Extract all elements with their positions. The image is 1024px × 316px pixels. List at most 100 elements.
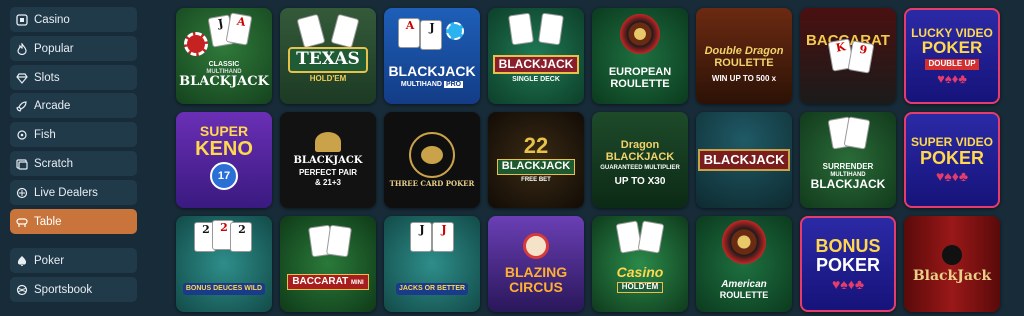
game-grid: J A CLASSIC MULTIHAND BLACKJACK TEXAS HO… xyxy=(176,0,1024,316)
game-tile-blackjack-classic[interactable]: BlackJack xyxy=(904,216,1000,312)
game-subtitle: DOUBLE UP xyxy=(925,59,979,70)
nav-item-label: Slots xyxy=(34,71,60,84)
nav-item-label: Poker xyxy=(34,254,65,267)
game-title: BLACKJACK xyxy=(492,55,580,74)
casino-icon xyxy=(16,13,28,26)
game-subtitle: POKER xyxy=(815,254,880,275)
game-subtitle: POKER xyxy=(921,38,983,58)
game-tile-baccarat-mini[interactable]: BACCARAT MINI xyxy=(280,216,376,312)
nav-item-label: Popular xyxy=(34,42,74,55)
playing-card-icon: 2 xyxy=(230,222,252,252)
game-subtitle: SURRENDER xyxy=(822,162,874,172)
game-tile-blazing-circus[interactable]: BLAZING CIRCUS xyxy=(488,216,584,312)
game-tile-european-roulette[interactable]: EUROPEAN ROULETTE xyxy=(592,8,688,104)
playing-card-icon: J xyxy=(432,222,454,252)
nav-item-label: Scratch xyxy=(34,157,73,170)
playing-card-icon: J xyxy=(410,222,432,252)
nav-item-scratch[interactable]: Scratch xyxy=(10,151,137,176)
game-tile-blackjack[interactable]: BLACKJACK xyxy=(696,112,792,208)
playing-card-icon xyxy=(637,220,665,254)
game-tile-super-keno[interactable]: SUPER KENO 17 xyxy=(176,112,272,208)
dragon-emblem-icon xyxy=(409,132,455,179)
game-title: BlackJack xyxy=(912,267,992,284)
playing-card-icon: 9 xyxy=(847,40,875,74)
game-subtitle: KENO xyxy=(195,137,253,160)
game-title: BLACKJACK xyxy=(388,62,476,79)
nav-item-label: Table xyxy=(34,215,62,228)
game-title: BLACKJACK xyxy=(810,177,886,192)
game-subtitle: UP TO X30 xyxy=(614,176,666,188)
game-tile-blackjack-multihand-pro[interactable]: A J BLACKJACK MULTIHAND PRO xyxy=(384,8,480,104)
game-subtitle: POKER xyxy=(919,147,984,168)
nav-item-label: Fish xyxy=(34,128,56,141)
game-subtitle: WIN UP TO 500 x xyxy=(711,74,777,84)
game-subtitle: FREE BET xyxy=(521,176,551,183)
game-tile-blackjack-perfect-pair[interactable]: BLACKJACK PERFECT PAIR & 21+3 xyxy=(280,112,376,208)
game-subtitle: PERFECT PAIR xyxy=(298,167,358,177)
game-title: BACCARAT MINI xyxy=(287,273,369,291)
nav-item-label: Sportsbook xyxy=(34,283,93,296)
game-subtitle: CIRCUS xyxy=(509,279,563,295)
card-suits-icon: ♥♠♦♣ xyxy=(831,275,865,292)
nav-item-popular[interactable]: Popular xyxy=(10,36,137,61)
nav-item-live-dealers[interactable]: Live Dealers xyxy=(10,180,137,205)
ball-icon xyxy=(16,284,28,296)
nav-item-slots[interactable]: Slots xyxy=(10,65,137,90)
nav-item-casino[interactable]: Casino xyxy=(10,7,137,32)
nav-item-sportsbook[interactable]: Sportsbook xyxy=(10,277,137,302)
game-subtitle: HOLD'EM xyxy=(309,73,347,83)
game-tile-texas-holdem[interactable]: TEXAS HOLD'EM xyxy=(280,8,376,104)
playing-card-icon xyxy=(538,12,564,46)
game-tile-classic-blackjack[interactable]: J A CLASSIC MULTIHAND BLACKJACK xyxy=(176,8,272,104)
game-subtitle: CLASSIC xyxy=(208,61,240,69)
dragon-icon xyxy=(315,132,341,153)
game-tile-lucky-video-poker[interactable]: LUCKY VIDEO POKER DOUBLE UP ♥♠♦♣ xyxy=(904,8,1000,104)
chip-icon xyxy=(446,22,464,40)
game-tile-dragon-blackjack[interactable]: Dragon BLACKJACK GUARANTEED MULTIPLIER U… xyxy=(592,112,688,208)
scratch-icon xyxy=(16,158,28,170)
game-tile-three-card-poker[interactable]: THREE CARD POKER xyxy=(384,112,480,208)
game-title: BLACKJACK xyxy=(496,159,576,175)
game-title: American xyxy=(721,279,767,291)
playing-card-icon xyxy=(296,13,326,49)
flame-icon xyxy=(16,42,28,55)
game-title: BONUS DEUCES WILD xyxy=(182,283,266,295)
nav-item-label: Casino xyxy=(34,13,70,26)
playing-card-icon: A xyxy=(398,18,420,48)
clown-icon xyxy=(523,233,549,260)
game-tile-casino-holdem[interactable]: Casino HOLD'EM xyxy=(592,216,688,312)
game-title: BLACKJACK xyxy=(697,149,791,171)
game-subtitle: HOLD'EM xyxy=(616,282,664,293)
game-title: BLAZING xyxy=(504,264,568,281)
nav-item-arcade[interactable]: Arcade xyxy=(10,93,137,118)
game-tile-blackjack-single-deck[interactable]: BLACKJACK SINGLE DECK xyxy=(488,8,584,104)
nav-item-table[interactable]: Table xyxy=(10,209,137,234)
card-suits-icon: ♥♠♦♣ xyxy=(935,168,969,185)
card-suits-icon: ♥♠♦♣ xyxy=(937,70,967,86)
roulette-wheel-icon xyxy=(620,14,660,54)
playing-card-icon xyxy=(508,12,534,46)
game-tile-american-roulette[interactable]: American ROULETTE xyxy=(696,216,792,312)
game-subtitle: ROULETTE xyxy=(714,56,774,69)
nav-item-poker[interactable]: Poker xyxy=(10,248,137,273)
keno-ball-icon: 17 xyxy=(210,161,238,190)
game-title: SUPER xyxy=(199,123,249,140)
game-tile-super-video-poker[interactable]: SUPER VIDEO POKER ♥♠♦♣ xyxy=(904,112,1000,208)
nav-item-fish[interactable]: Fish xyxy=(10,122,137,147)
diamond-icon xyxy=(16,72,28,84)
category-sidebar: Casino Popular Slots Arcade Fish Scratch… xyxy=(10,0,138,316)
game-tile-jacks-or-better[interactable]: J J JACKS OR BETTER xyxy=(384,216,480,312)
game-title: SUPER VIDEO xyxy=(910,134,994,149)
game-title: BLACKJACK xyxy=(179,74,269,89)
game-tile-double-dragon-roulette[interactable]: Double Dragon ROULETTE WIN UP TO 500 x xyxy=(696,8,792,104)
game-tile-blackjack-free-bet[interactable]: 22 BLACKJACK FREE BET xyxy=(488,112,584,208)
rocket-icon xyxy=(16,100,28,112)
chip-icon xyxy=(184,32,208,56)
game-subtitle: GUARANTEED MULTIPLIER xyxy=(600,165,680,172)
game-subtitle: ROULETTE xyxy=(610,78,670,90)
table-icon xyxy=(16,216,28,228)
game-tile-bonus-poker[interactable]: BONUS POKER ♥♠♦♣ xyxy=(800,216,896,312)
game-tile-baccarat[interactable]: BACCARAT K 9 xyxy=(800,8,896,104)
game-tile-bonus-deuces-wild[interactable]: 2 2 2 BONUS DEUCES WILD xyxy=(176,216,272,312)
game-tile-surrender-blackjack[interactable]: SURRENDER MULTIHAND BLACKJACK xyxy=(800,112,896,208)
